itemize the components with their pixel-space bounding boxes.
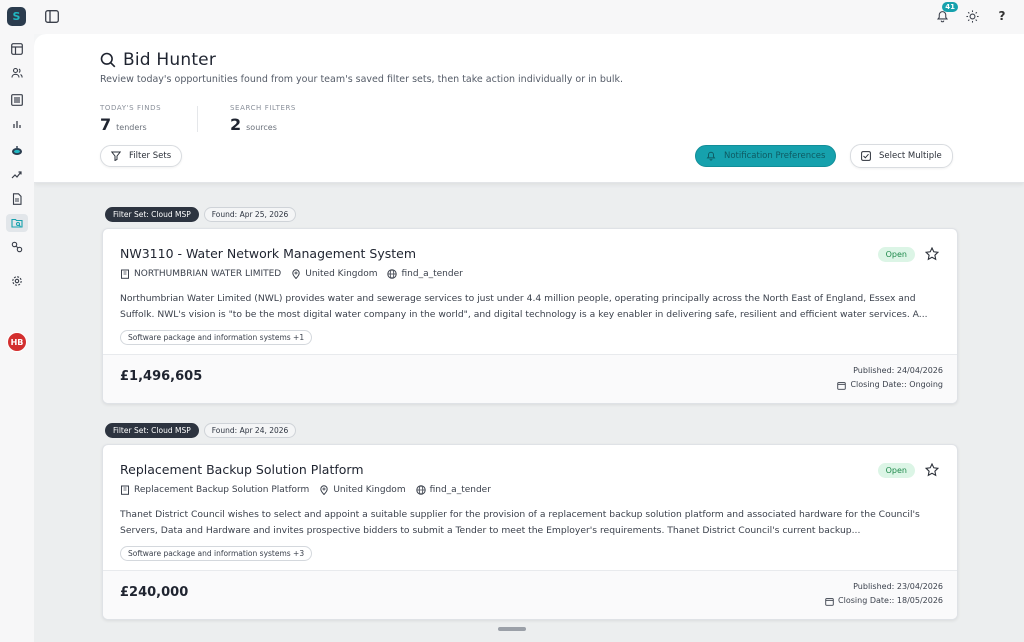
help-button[interactable]: ? xyxy=(994,8,1010,24)
filter-sets-button[interactable]: Filter Sets xyxy=(100,145,183,167)
top-bar: S 41 ? xyxy=(0,0,1024,34)
search-icon xyxy=(100,52,116,68)
bell-icon xyxy=(706,151,716,161)
location-pin-icon xyxy=(320,485,329,495)
published-date: Published: 24/04/2026 xyxy=(853,366,943,375)
status-badge: Open xyxy=(877,463,915,478)
tender-card[interactable]: NW3110 - Water Network Management System… xyxy=(102,228,958,404)
building-icon xyxy=(121,485,129,495)
tender-description: Northumbrian Water Limited (NWL) provide… xyxy=(120,293,928,320)
sidebar-item-bid-hunter[interactable] xyxy=(6,214,28,232)
tender-card[interactable]: Replacement Backup Solution Platform Ope… xyxy=(102,444,958,620)
filter-icon xyxy=(111,151,121,161)
notification-preferences-button[interactable]: Notification Preferences xyxy=(695,145,837,167)
tender-value: £240,000 xyxy=(120,585,189,600)
sidebar-item-assistant[interactable] xyxy=(6,142,28,160)
notifications-button[interactable]: 41 xyxy=(934,2,958,24)
stat-search-filters: SEARCH FILTERS 2 sources xyxy=(230,104,296,134)
globe-icon xyxy=(415,485,426,495)
tender-value: £1,496,605 xyxy=(120,369,203,384)
building-icon xyxy=(121,269,129,279)
buyer-name: NORTHUMBRIAN WATER LIMITED xyxy=(134,269,282,279)
layout-icon xyxy=(11,43,23,55)
calendar-icon xyxy=(837,381,847,390)
calendar-icon xyxy=(825,597,834,606)
document-icon xyxy=(12,193,22,205)
user-avatar[interactable]: HB xyxy=(7,332,27,352)
sidebar-item-dashboard[interactable] xyxy=(6,40,28,58)
stat-label: TODAY'S FINDS xyxy=(100,104,162,112)
filter-set-chip: Filter Set: Cloud MSP xyxy=(105,423,199,438)
stat-value: 2 xyxy=(230,115,242,134)
page-title-row: Bid Hunter xyxy=(100,50,216,70)
closing-date: Closing Date:: Ongoing xyxy=(850,380,943,389)
tender-dates: Published: 23/04/2026 Closing Date:: 18/… xyxy=(825,580,943,608)
found-date-chip: Found: Apr 25, 2026 xyxy=(203,207,297,222)
tender-dates: Published: 24/04/2026 Closing Date:: Ong… xyxy=(837,364,943,392)
source: find_a_tender xyxy=(401,269,463,279)
sidebar-item-settings[interactable] xyxy=(6,272,28,290)
status-badge: Open xyxy=(877,247,915,262)
robot-icon xyxy=(12,146,22,155)
published-date: Published: 23/04/2026 xyxy=(853,582,943,591)
gear-icon xyxy=(12,276,22,286)
tender-footer: £1,496,605 Published: 24/04/2026 Closing… xyxy=(103,354,957,403)
link-icon xyxy=(11,241,23,253)
star-icon[interactable] xyxy=(925,247,939,261)
sidebar-toggle-icon[interactable] xyxy=(45,10,59,23)
select-multiple-label: Select Multiple xyxy=(879,151,942,161)
sidebar-item-analytics[interactable] xyxy=(6,115,28,133)
stat-unit: sources xyxy=(246,123,277,132)
closing-date: Closing Date:: 18/05/2026 xyxy=(838,596,943,605)
page-header: Bid Hunter Review today's opportunities … xyxy=(34,34,1024,183)
stat-unit: tenders xyxy=(116,123,147,132)
sidebar: HB xyxy=(0,34,34,642)
found-date-chip: Found: Apr 24, 2026 xyxy=(203,423,297,438)
sidebar-item-users[interactable] xyxy=(6,64,28,82)
tender-meta: Replacement Backup Solution Platform Uni… xyxy=(120,485,491,495)
globe-icon xyxy=(387,269,398,279)
main-content: Bid Hunter Review today's opportunities … xyxy=(34,34,1024,642)
shuffle-icon xyxy=(11,171,22,179)
tender-title[interactable]: Replacement Backup Solution Platform xyxy=(120,462,364,477)
sidebar-item-integrations[interactable] xyxy=(6,238,28,256)
location: United Kingdom xyxy=(333,485,406,495)
stat-label: SEARCH FILTERS xyxy=(230,104,296,112)
stats-divider xyxy=(197,106,198,132)
filter-set-chip: Filter Set: Cloud MSP xyxy=(105,207,199,222)
notifications-badge: 41 xyxy=(942,2,958,12)
tender-title[interactable]: NW3110 - Water Network Management System xyxy=(120,246,416,261)
users-icon xyxy=(11,67,23,78)
source: find_a_tender xyxy=(429,485,491,495)
stat-value: 7 xyxy=(100,115,112,134)
checkbox-icon xyxy=(861,151,871,161)
folder-search-icon xyxy=(11,218,23,228)
tender-meta: NORTHUMBRIAN WATER LIMITED United Kingdo… xyxy=(120,269,463,279)
columns-icon xyxy=(11,94,23,106)
category-tag[interactable]: Software package and information systems… xyxy=(120,330,313,345)
tender-chips: Filter Set: Cloud MSP Found: Apr 24, 202… xyxy=(105,423,297,438)
sidebar-item-workflows[interactable] xyxy=(6,166,28,184)
tender-description: Thanet District Council wishes to select… xyxy=(120,509,920,536)
category-tag[interactable]: Software package and information systems… xyxy=(120,546,313,561)
stat-todays-finds: TODAY'S FINDS 7 tenders xyxy=(100,104,161,134)
sidebar-item-ledger[interactable] xyxy=(6,91,28,109)
page-subtitle: Review today's opportunities found from … xyxy=(100,74,624,85)
buyer-name: Replacement Backup Solution Platform xyxy=(134,485,310,495)
tender-footer: £240,000 Published: 23/04/2026 Closing D… xyxy=(103,570,957,619)
bar-chart-icon xyxy=(13,121,21,128)
sidebar-item-documents[interactable] xyxy=(6,190,28,208)
location-pin-icon xyxy=(292,269,300,279)
star-icon[interactable] xyxy=(925,463,939,477)
app-logo[interactable]: S xyxy=(7,7,26,26)
filter-sets-label: Filter Sets xyxy=(129,151,172,161)
location: United Kingdom xyxy=(305,269,378,279)
page-title: Bid Hunter xyxy=(123,50,217,70)
sun-icon xyxy=(965,9,979,23)
theme-toggle-button[interactable] xyxy=(964,8,980,24)
notification-preferences-label: Notification Preferences xyxy=(724,151,826,161)
tender-chips: Filter Set: Cloud MSP Found: Apr 25, 202… xyxy=(105,207,297,222)
select-multiple-button[interactable]: Select Multiple xyxy=(850,144,953,168)
scroll-handle[interactable] xyxy=(498,627,526,631)
